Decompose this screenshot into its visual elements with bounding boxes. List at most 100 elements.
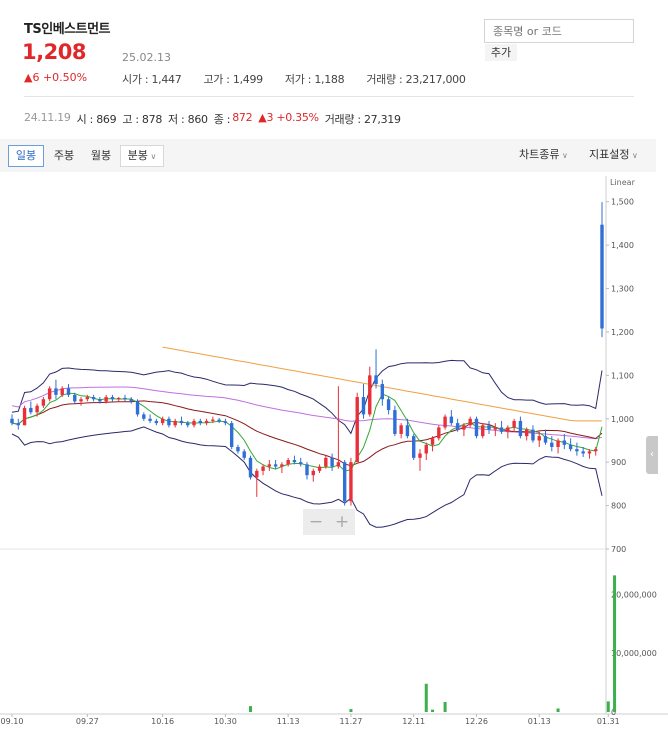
candle-body [418, 453, 422, 458]
price-chart[interactable]: Linear 1,500 1,400 1,300 1,200 1,100 1,000 900 8… [0, 172, 668, 741]
chart-type-dropdown[interactable]: 차트종류 ∨ [519, 145, 568, 166]
price-tick-label: 1,200 [611, 328, 634, 337]
candle-body [160, 418, 165, 424]
side-panel-toggle[interactable]: ‹ [646, 436, 658, 474]
zoom-controls: − + [303, 509, 355, 535]
scale-label: Linear [610, 178, 636, 187]
candle-body [60, 388, 64, 395]
candle-body [167, 418, 171, 426]
volume-bar [424, 683, 428, 712]
candle-body [537, 436, 541, 441]
time-tick-label: 10.30 [214, 717, 237, 726]
candle-body [581, 451, 585, 454]
volume-bar [249, 706, 253, 712]
price-tick-label: 1,000 [611, 415, 634, 424]
volume-total: 거래량 : 23,217,000 [366, 73, 466, 86]
candle-body [173, 420, 177, 426]
info-high: 고 : 878 [122, 113, 163, 126]
candle-body [487, 425, 491, 430]
chevron-left-icon: ‹ [650, 449, 654, 460]
candle-body [506, 427, 510, 432]
time-tick-label: 11.27 [339, 717, 362, 726]
candle-body [474, 418, 479, 437]
candle-body [481, 425, 485, 437]
info-close-label: 종 : [213, 113, 231, 126]
tab-minute-dropdown[interactable]: 분봉 ∨ [120, 145, 164, 167]
candle-body [10, 418, 14, 424]
candle-body [179, 420, 184, 424]
candle-body [380, 384, 385, 400]
candle-body [556, 440, 560, 447]
chart-toolbar: 일봉 주봉 월봉 분봉 ∨ 차트종류 ∨ 지표설정 ∨ [0, 139, 656, 172]
indicator-settings-dropdown[interactable]: 지표설정 ∨ [589, 145, 638, 166]
candle-body [211, 419, 215, 421]
add-button[interactable]: 추가 [485, 44, 517, 61]
candle-body [531, 429, 535, 441]
price-tick-label: 1,300 [611, 285, 634, 294]
volume-tick-label: 10,000,000 [611, 649, 657, 658]
zoom-out-button[interactable]: − [303, 509, 329, 535]
candle-body [292, 460, 297, 463]
candle-body [117, 397, 121, 400]
candle-body [330, 457, 334, 467]
candle-body [405, 425, 410, 437]
candle-body [499, 427, 504, 432]
ohlc-summary: 시가 : 1,447 고가 : 1,499 저가 : 1,188 거래량 : 2… [122, 71, 466, 87]
tab-daily[interactable]: 일봉 [8, 145, 44, 167]
time-tick-label: 10.16 [151, 717, 174, 726]
time-tick-label: 12.11 [402, 717, 425, 726]
candle-body [286, 460, 290, 465]
candle-body [386, 399, 391, 411]
tab-weekly[interactable]: 주봉 [46, 145, 82, 167]
candle-body [512, 420, 516, 428]
candle-body [600, 224, 604, 329]
info-volume: 거래량 : 27,319 [324, 113, 401, 126]
candle-body [198, 420, 202, 424]
candle-body [267, 464, 272, 467]
candle-body [29, 407, 33, 413]
candle-body [443, 416, 447, 428]
candle-body [462, 425, 466, 430]
price-tick-label: 700 [611, 545, 626, 554]
candle-body [299, 462, 303, 465]
stock-name: TS인베스트먼트 [24, 22, 111, 37]
candle-body [47, 388, 52, 400]
candle-body [493, 427, 497, 430]
candle-body [35, 405, 39, 413]
price-tick-label: 1,100 [611, 371, 634, 380]
candle-body [575, 449, 579, 452]
candle-body [186, 423, 190, 426]
volume-bar [349, 709, 353, 712]
candle-body [22, 407, 27, 426]
candle-body [399, 425, 403, 434]
candle-body [123, 397, 127, 400]
candle-body [449, 416, 454, 424]
candle-body [355, 397, 359, 463]
search-input[interactable] [484, 19, 634, 43]
crosshair-info: 24.11.19 시 : 869 고 : 878 저 : 860 종 : 872… [24, 111, 401, 127]
trade-date: 25.02.13 [122, 51, 171, 64]
candle-body [568, 444, 573, 450]
candle-body [550, 442, 554, 447]
price-tick-label: 1,400 [611, 241, 634, 250]
candle-body [280, 464, 284, 467]
candle-body [524, 429, 529, 437]
candle-body [148, 418, 152, 421]
chart-type-label: 차트종류 [519, 148, 560, 161]
price-tick-label: 1,500 [611, 198, 634, 207]
info-low: 저 : 860 [168, 113, 208, 126]
stock-chart-page: { "header": { "name": "TS인베스트먼트", "price… [0, 0, 668, 741]
candle-body [261, 466, 265, 471]
candle-body [73, 394, 77, 402]
candle-body [587, 451, 592, 454]
candle-body [349, 462, 353, 502]
tab-monthly[interactable]: 월봉 [83, 145, 119, 167]
tab-minute-label: 분봉 [127, 149, 148, 162]
candle-body [41, 399, 46, 406]
time-tick-label: 01.13 [528, 717, 551, 726]
time-tick-label: 09.10 [1, 717, 24, 726]
zoom-in-button[interactable]: + [329, 509, 355, 535]
candle-body [255, 470, 259, 478]
candle-body [85, 397, 90, 400]
time-tick-label: 12.26 [465, 717, 488, 726]
